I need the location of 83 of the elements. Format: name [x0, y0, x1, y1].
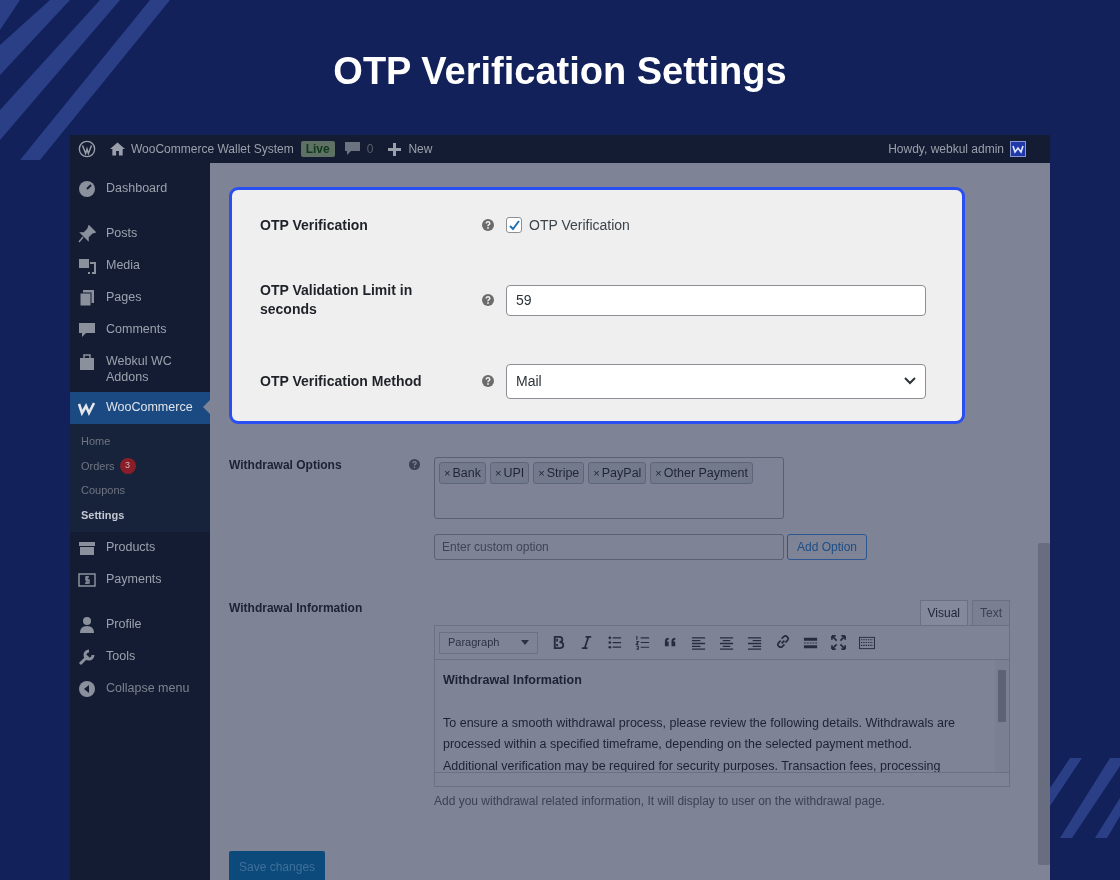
- tag: × PayPal: [588, 462, 647, 484]
- checkbox[interactable]: [506, 217, 522, 233]
- avatar-icon: [1010, 141, 1026, 157]
- link-icon[interactable]: [775, 634, 791, 651]
- editor-text-line: Additional verification may be required for security purposes. Transaction fees, processing: [443, 757, 942, 775]
- method-dropdown[interactable]: Mail: [506, 363, 926, 399]
- submenu-item[interactable]: Coupons: [70, 478, 210, 503]
- comment-icon: [344, 142, 360, 156]
- help-icon: [409, 459, 420, 470]
- remove-tag-button[interactable]: ×: [444, 464, 451, 482]
- align-right-icon[interactable]: [747, 634, 763, 651]
- box-icon: [78, 539, 96, 557]
- remove-tag-button[interactable]: ×: [538, 464, 545, 482]
- dollar-icon: [78, 571, 96, 589]
- tag: × Bank: [439, 462, 486, 484]
- person-icon: [78, 616, 96, 634]
- current-menu-pointer-icon: [203, 400, 210, 414]
- number-field[interactable]: 59: [506, 284, 926, 316]
- pages-icon: [78, 289, 96, 307]
- setting-label: OTP Verification: [260, 215, 369, 235]
- chevron-down-icon: [904, 377, 916, 385]
- plus-icon: [388, 142, 402, 156]
- sidebar-item[interactable]: WooCommerce: [70, 392, 210, 424]
- page-headline: OTP Verification Settings: [333, 49, 787, 94]
- checkbox-label: OTP Verification: [529, 215, 630, 235]
- sidebar-item[interactable]: Webkul WC Addons: [70, 346, 210, 392]
- fullscreen-icon[interactable]: [831, 634, 847, 651]
- tag: × Other Payment: [650, 462, 753, 484]
- numbered-list-icon[interactable]: [635, 634, 651, 651]
- editor-text-line: processed within a specified timeframe, depending on the selected payment method.: [443, 736, 914, 753]
- sidebar-item[interactable]: Collapse menu: [70, 673, 210, 705]
- align-left-icon[interactable]: [691, 634, 707, 651]
- sidebar-item[interactable]: Posts: [70, 218, 210, 250]
- site-name-link[interactable]: WooCommerce Wallet System: [131, 140, 294, 158]
- sidebar-item[interactable]: Pages: [70, 282, 210, 314]
- setting-label: OTP Verification Method: [260, 371, 423, 391]
- help-icon: [482, 375, 494, 387]
- comment-icon: [78, 321, 96, 339]
- remove-tag-button[interactable]: ×: [655, 464, 662, 482]
- help-icon: [482, 219, 494, 231]
- editor-heading: Withdrawal Information: [443, 672, 583, 689]
- sidebar-item[interactable]: Comments: [70, 314, 210, 346]
- bulleted-list-icon[interactable]: [607, 634, 623, 651]
- setting-label: OTP Validation Limit in seconds: [260, 281, 414, 319]
- sidebar-item[interactable]: Profile: [70, 609, 210, 641]
- sidebar-item[interactable]: Products: [70, 532, 210, 564]
- sidebar-item[interactable]: Dashboard: [70, 173, 210, 205]
- remove-tag-button[interactable]: ×: [593, 464, 600, 482]
- live-badge: Live: [300, 141, 335, 157]
- submenu-item[interactable]: Settings: [70, 502, 210, 527]
- sidebar-item[interactable]: Tools: [70, 641, 210, 673]
- tags-field[interactable]: × Bank × UPI × Stripe × PayPal × Other Payment: [434, 457, 784, 519]
- tag: × Stripe: [533, 462, 585, 484]
- editor-tab[interactable]: Visual: [919, 600, 968, 625]
- dropdown-caret-icon: [521, 640, 529, 645]
- keyboard-icon[interactable]: [859, 634, 875, 651]
- format-dropdown[interactable]: Paragraph: [439, 631, 538, 654]
- bag-icon: [78, 353, 96, 371]
- home-icon: [110, 142, 125, 156]
- editor-scrollbar[interactable]: [995, 660, 1009, 772]
- help-icon: [482, 294, 494, 306]
- wrench-icon: [78, 648, 96, 666]
- page-scrollbar[interactable]: [1038, 543, 1050, 865]
- bold-icon[interactable]: [551, 634, 567, 651]
- submenu-item[interactable]: Home: [70, 429, 210, 454]
- remove-tag-button[interactable]: ×: [494, 464, 502, 482]
- help-text: Add you withdrawal related information, It will display to user on the withdrawal page.: [434, 793, 886, 810]
- greeting-link[interactable]: Howdy, webkul admin: [888, 140, 1004, 158]
- sidebar-item[interactable]: Payments: [70, 564, 210, 596]
- setting-label: Withdrawal Information: [229, 600, 364, 617]
- setting-label: Withdrawal Options: [229, 457, 343, 474]
- count-badge: 3: [119, 457, 136, 474]
- dashboard-icon: [78, 180, 96, 198]
- collapse-icon: [78, 680, 96, 698]
- wordpress-logo-icon: [78, 140, 96, 158]
- tag: × UPI: [489, 462, 530, 484]
- new-link[interactable]: New: [408, 140, 433, 158]
- editor-text-line: To ensure a smooth withdrawal process, please review the following details. Withdrawals are: [443, 714, 957, 732]
- align-center-icon[interactable]: [719, 634, 735, 651]
- sidebar-item[interactable]: Media: [70, 250, 210, 282]
- media-icon: [78, 257, 96, 275]
- submenu-item[interactable]: Orders 3: [70, 453, 210, 478]
- pin-icon: [78, 225, 96, 243]
